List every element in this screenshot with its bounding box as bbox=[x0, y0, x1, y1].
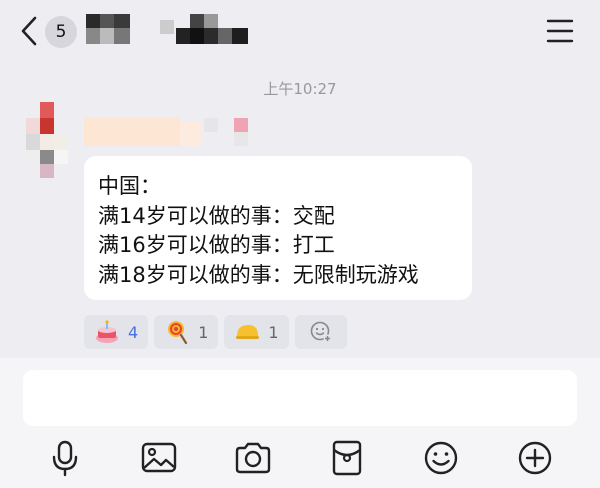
reaction-lollipop[interactable]: 1 bbox=[154, 315, 219, 349]
composer-area bbox=[0, 358, 600, 488]
unread-count-badge[interactable]: 5 bbox=[45, 16, 77, 48]
voice-button[interactable] bbox=[45, 438, 85, 478]
image-button[interactable] bbox=[139, 438, 179, 478]
image-icon bbox=[141, 442, 177, 473]
message-line: 满18岁可以做的事：无限制玩游戏 bbox=[98, 262, 419, 287]
message-timestamp: 上午10:27 bbox=[263, 80, 337, 98]
composer-toolbar bbox=[0, 434, 600, 480]
message-line: 满16岁可以做的事：打工 bbox=[98, 233, 335, 257]
chat-header: 5 bbox=[0, 0, 600, 62]
reaction-cake[interactable]: 4 bbox=[84, 315, 149, 349]
message-line: 满14岁可以做的事：交配 bbox=[98, 203, 335, 228]
reaction-count: 1 bbox=[198, 322, 209, 342]
red-packet-icon bbox=[332, 440, 362, 476]
plus-icon bbox=[518, 441, 552, 475]
reaction-bar: 4 1 1 bbox=[84, 315, 347, 349]
chevron-left-icon bbox=[21, 16, 37, 46]
camera-button[interactable] bbox=[233, 438, 273, 478]
more-button[interactable] bbox=[515, 438, 555, 478]
red-packet-button[interactable] bbox=[327, 438, 367, 478]
menu-button[interactable] bbox=[546, 18, 574, 44]
cake-emoji-icon bbox=[96, 320, 118, 343]
reaction-count: 1 bbox=[268, 322, 279, 342]
back-button[interactable] bbox=[16, 14, 42, 48]
helmet-emoji-icon bbox=[236, 325, 260, 339]
message-input[interactable] bbox=[23, 370, 577, 426]
sender-name-mosaic bbox=[84, 116, 254, 148]
lollipop-emoji-icon bbox=[168, 321, 188, 345]
emoji-icon bbox=[424, 441, 458, 475]
emoji-button[interactable] bbox=[421, 438, 461, 478]
add-reaction-button[interactable] bbox=[294, 315, 347, 349]
hamburger-menu-icon bbox=[546, 19, 574, 43]
camera-icon bbox=[235, 442, 271, 474]
reaction-count: 4 bbox=[128, 322, 139, 342]
message-bubble[interactable]: 中国： 满14岁可以做的事：交配 满16岁可以做的事：打工 满18岁可以做的事：… bbox=[84, 156, 472, 300]
sender-avatar[interactable] bbox=[22, 100, 72, 180]
message-line: 中国： bbox=[98, 174, 161, 198]
add-emoji-icon bbox=[310, 321, 332, 343]
microphone-icon bbox=[52, 440, 78, 477]
reaction-helmet[interactable]: 1 bbox=[224, 315, 289, 349]
